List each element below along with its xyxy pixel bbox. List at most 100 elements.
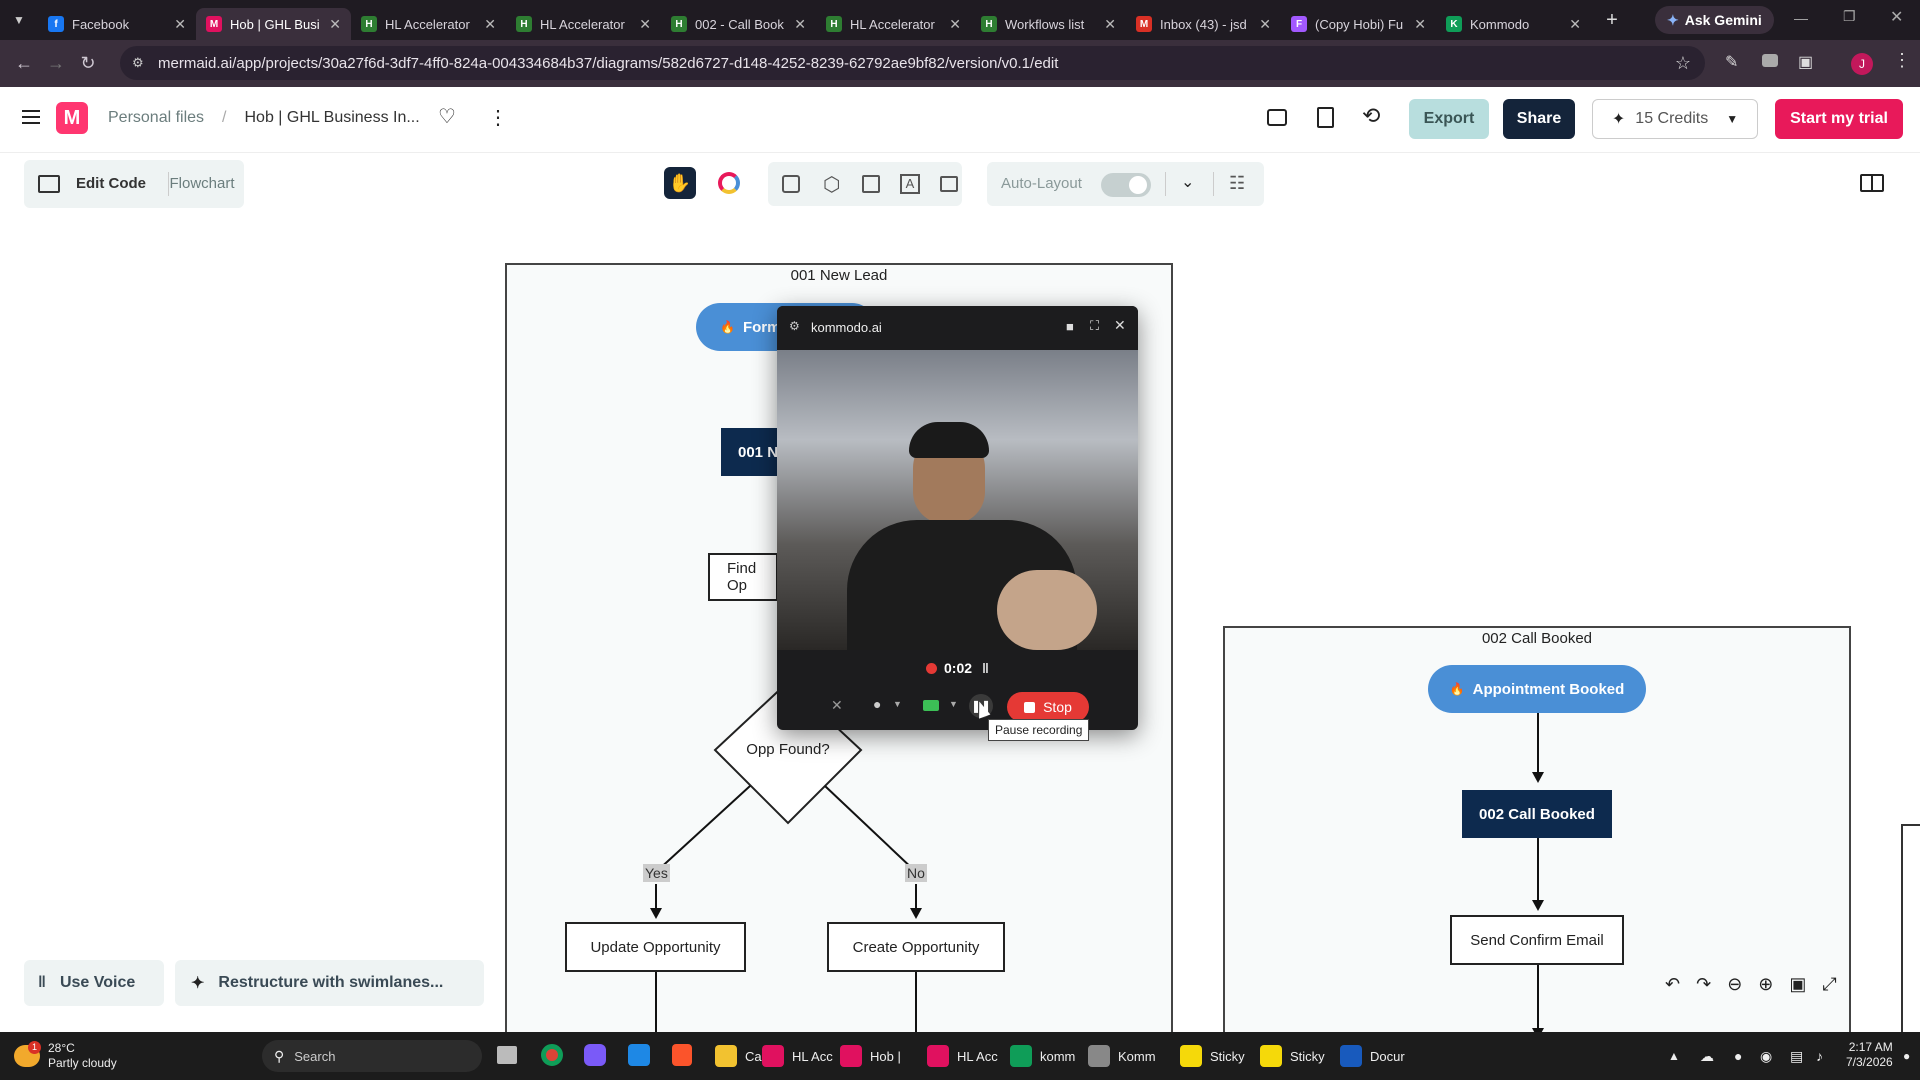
find-opportunity-node[interactable]: Find Op <box>708 553 778 601</box>
collapse-chevrons-icon[interactable]: ⌄ <box>1181 172 1194 192</box>
pinned-brave-icon[interactable] <box>672 1044 692 1066</box>
close-tab-icon[interactable]: ✕ <box>174 16 186 33</box>
edit-code-button[interactable]: Edit Code <box>76 175 146 192</box>
camera-toggle-icon[interactable]: ■ <box>1066 319 1074 334</box>
site-info-icon[interactable]: ⚙ <box>132 55 144 71</box>
stage-node-001[interactable]: 001 N <box>721 428 781 476</box>
microphone-tray-icon[interactable]: ● <box>1734 1040 1742 1072</box>
browser-tab[interactable]: F (Copy Hobi) Fu ✕ <box>1281 8 1436 40</box>
tab-search-chevron-icon[interactable]: ▼ <box>0 13 38 27</box>
frame-icon[interactable] <box>940 176 958 192</box>
mic-dropdown-icon[interactable]: ▼ <box>893 699 902 709</box>
pinned-file-explorer-icon[interactable] <box>497 1046 517 1064</box>
microphone-icon[interactable]: ● <box>873 696 881 712</box>
onedrive-icon[interactable]: ☁ <box>1700 1040 1714 1072</box>
start-windows-icon[interactable] <box>226 1044 250 1068</box>
send-confirm-email-node[interactable]: Send Confirm Email <box>1450 915 1624 965</box>
network-icon[interactable]: ▤ <box>1790 1040 1803 1072</box>
ask-gemini-button[interactable]: ✦ Ask Gemini <box>1655 6 1774 34</box>
close-tab-icon[interactable]: ✕ <box>639 16 651 33</box>
redo-icon[interactable]: ↷ <box>1696 974 1711 995</box>
share-button[interactable]: Share <box>1503 99 1575 139</box>
browser-tab[interactable]: H HL Accelerator ✕ <box>816 8 971 40</box>
clock[interactable]: 2:17 AM 7/3/2026 <box>1846 1040 1893 1072</box>
taskbar-app[interactable]: Hob | <box>840 1040 901 1072</box>
diagram-title[interactable]: Hob | GHL Business In... <box>245 109 420 127</box>
notification-bell-icon[interactable]: ● <box>1903 1040 1910 1072</box>
document-icon[interactable] <box>1317 107 1334 128</box>
close-tab-icon[interactable]: ✕ <box>949 16 961 33</box>
camera-dropdown-icon[interactable]: ▼ <box>949 699 958 709</box>
new-tab-button[interactable]: + <box>1599 9 1625 32</box>
hamburger-menu-icon[interactable] <box>22 110 40 124</box>
auto-layout-toggle[interactable] <box>1101 173 1151 197</box>
fullscreen-icon[interactable]: ⤢ <box>1822 974 1836 995</box>
use-voice-button[interactable]: ‖ Use Voice <box>24 960 164 1006</box>
pinned-chrome-icon[interactable] <box>541 1044 563 1066</box>
pinned-copilot-icon[interactable] <box>584 1044 606 1066</box>
extensions-puzzle-icon[interactable]: ▣ <box>1798 52 1813 72</box>
update-opportunity-node[interactable]: Update Opportunity <box>565 922 746 972</box>
credits-button[interactable]: ✦ 15 Credits ▼ <box>1592 99 1758 139</box>
zoom-out-icon[interactable]: ⊖ <box>1727 974 1742 995</box>
close-tab-icon[interactable]: ✕ <box>329 16 341 33</box>
forward-icon[interactable]: → <box>40 53 72 74</box>
pen-extension-icon[interactable]: ✎ <box>1725 52 1738 72</box>
zoom-in-icon[interactable]: ⊕ <box>1758 974 1773 995</box>
flowchart-tab[interactable]: Flowchart <box>167 175 237 192</box>
undo-icon[interactable]: ↶ <box>1665 974 1680 995</box>
camera-extension-icon[interactable] <box>1762 54 1778 67</box>
browser-tab[interactable]: H HL Accelerator ✕ <box>351 8 506 40</box>
image-icon[interactable] <box>862 175 880 193</box>
browser-tab[interactable]: M Inbox (43) - jsd ✕ <box>1126 8 1281 40</box>
cube-icon[interactable]: ⬡ <box>823 172 840 197</box>
browser-menu-icon[interactable]: ⋮ <box>1893 50 1911 71</box>
export-button[interactable]: Export <box>1409 99 1489 139</box>
mermaid-logo[interactable]: M <box>56 102 88 134</box>
profile-avatar[interactable]: J <box>1851 53 1873 75</box>
browser-tab[interactable]: f Facebook ✕ <box>38 8 196 40</box>
browser-tab[interactable]: K Kommodo ✕ <box>1436 8 1591 40</box>
taskbar-app[interactable]: komm <box>1010 1040 1075 1072</box>
pinned-vscode-icon[interactable] <box>628 1044 650 1066</box>
text-icon[interactable]: A <box>900 174 920 194</box>
comments-icon[interactable] <box>1267 109 1287 126</box>
appointment-booked-trigger-node[interactable]: 🔥 Appointment Booked <box>1428 665 1646 713</box>
color-wheel-icon[interactable] <box>718 172 740 194</box>
shapes-icon[interactable] <box>782 175 800 193</box>
hierarchy-icon[interactable]: ☷ <box>1229 173 1245 194</box>
close-icon[interactable]: ✕ <box>1114 317 1126 334</box>
close-tab-icon[interactable]: ✕ <box>484 16 496 33</box>
close-tab-icon[interactable]: ✕ <box>794 16 806 33</box>
bookmark-star-icon[interactable]: ☆ <box>1675 53 1691 74</box>
reload-icon[interactable]: ↻ <box>72 53 104 74</box>
history-icon[interactable]: ⟲ <box>1362 103 1380 129</box>
favorite-heart-icon[interactable]: ♡ <box>438 104 456 129</box>
close-tab-icon[interactable]: ✕ <box>1569 16 1581 33</box>
vpn-tray-icon[interactable]: ◉ <box>1760 1040 1772 1072</box>
volume-icon[interactable]: ♪ <box>1816 1040 1823 1072</box>
taskbar-app[interactable]: Sticky <box>1260 1040 1325 1072</box>
settings-sliders-icon[interactable]: ⚙ <box>789 319 800 333</box>
weather-widget[interactable]: 1 28°C Partly cloudy <box>14 1040 117 1072</box>
browser-tab[interactable]: M Hob | GHL Busi ✕ <box>196 8 351 40</box>
fit-view-icon[interactable]: ▣ <box>1789 974 1806 995</box>
more-options-icon[interactable]: ⋮ <box>488 105 508 130</box>
stop-recording-button[interactable]: Stop <box>1007 692 1089 722</box>
restore-window-button[interactable]: ❐ <box>1843 8 1856 25</box>
kommodo-recorder-window[interactable]: ⚙ kommodo.ai ■ ⛶ ✕ 0:02 ‖ ✕ ● ▼ ▼ ❚❚ Sto… <box>777 306 1138 730</box>
taskbar-app[interactable]: HL Acc <box>762 1040 833 1072</box>
close-tab-icon[interactable]: ✕ <box>1259 16 1271 33</box>
browser-tab[interactable]: H Workflows list ✕ <box>971 8 1126 40</box>
back-icon[interactable]: ← <box>8 53 40 74</box>
url-bar[interactable]: ⚙ mermaid.ai/app/projects/30a27f6d-3df7-… <box>120 46 1705 80</box>
minimize-window-button[interactable]: — <box>1794 10 1808 26</box>
taskbar-app[interactable]: Sticky <box>1180 1040 1245 1072</box>
create-opportunity-node[interactable]: Create Opportunity <box>827 922 1005 972</box>
taskbar-search[interactable]: ⚲ Search <box>262 1040 482 1072</box>
tray-chevron-icon[interactable]: ▲ <box>1668 1040 1680 1072</box>
stage-node-002-call-booked[interactable]: 002 Call Booked <box>1462 790 1612 838</box>
taskbar-app[interactable]: HL Acc <box>927 1040 998 1072</box>
taskbar-app[interactable]: Docur <box>1340 1040 1405 1072</box>
camera-icon[interactable] <box>923 700 939 711</box>
